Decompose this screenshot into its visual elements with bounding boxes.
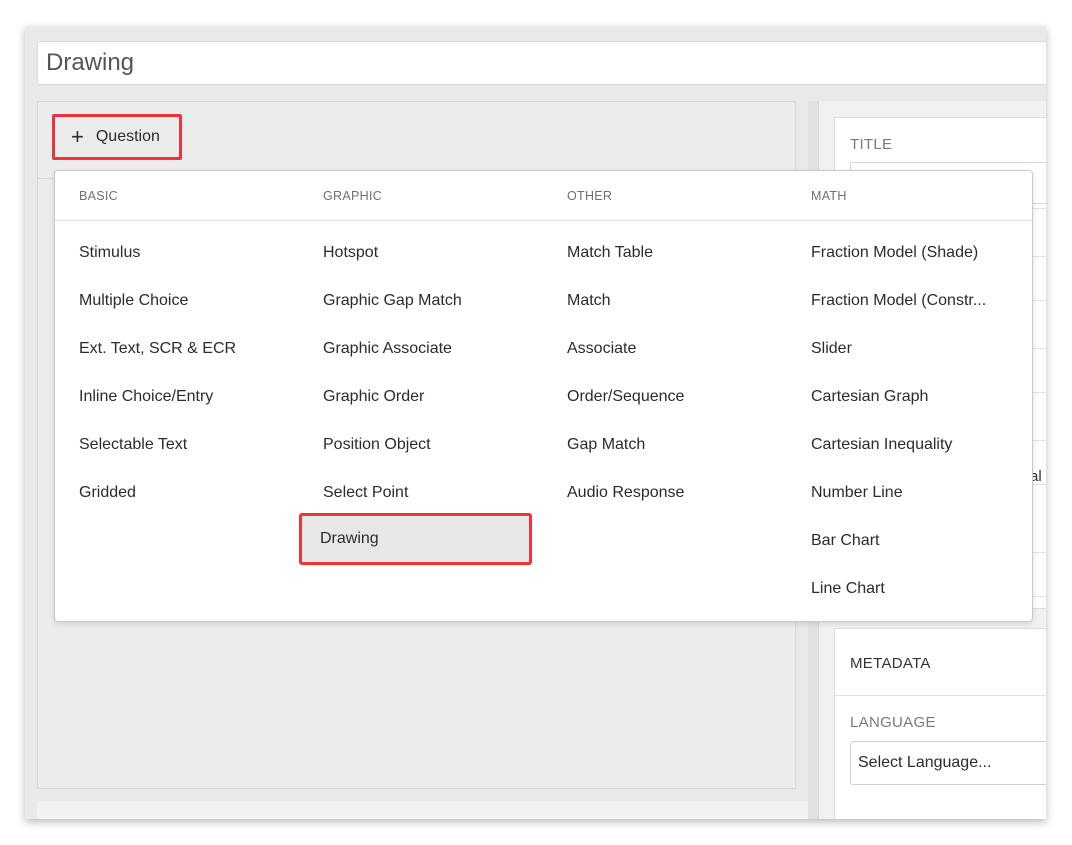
- menu-item-hotspot[interactable]: Hotspot: [323, 243, 378, 263]
- menu-item-select-point[interactable]: Select Point: [323, 483, 408, 503]
- menu-item-match-table[interactable]: Match Table: [567, 243, 653, 263]
- menu-item-inline-choice[interactable]: Inline Choice/Entry: [79, 387, 213, 407]
- menu-item-ext-text[interactable]: Ext. Text, SCR & ECR: [79, 339, 236, 359]
- menu-item-audio-response[interactable]: Audio Response: [567, 483, 684, 503]
- menu-header-divider: [55, 220, 1032, 221]
- menu-item-slider[interactable]: Slider: [811, 339, 852, 359]
- menu-item-selectable-text[interactable]: Selectable Text: [79, 435, 187, 455]
- menu-item-graphic-associate[interactable]: Graphic Associate: [323, 339, 452, 359]
- menu-item-cartesian-inequality[interactable]: Cartesian Inequality: [811, 435, 952, 455]
- menu-item-graphic-gap-match[interactable]: Graphic Gap Match: [323, 291, 462, 311]
- title-input[interactable]: Drawing: [37, 41, 1046, 85]
- question-type-menu: BASIC Stimulus Multiple Choice Ext. Text…: [54, 170, 1033, 622]
- column-header-basic: BASIC: [79, 189, 119, 203]
- menu-item-bar-chart[interactable]: Bar Chart: [811, 531, 879, 551]
- menu-item-stimulus[interactable]: Stimulus: [79, 243, 140, 263]
- left-panel-footer: [37, 801, 808, 819]
- menu-item-gridded[interactable]: Gridded: [79, 483, 136, 503]
- menu-item-fraction-model-shade[interactable]: Fraction Model (Shade): [811, 243, 978, 263]
- language-label: LANGUAGE: [850, 714, 936, 731]
- metadata-card: METADATA LANGUAGE Select Language...: [834, 628, 1046, 819]
- menu-item-order-sequence[interactable]: Order/Sequence: [567, 387, 684, 407]
- add-question-button[interactable]: + Question: [52, 114, 182, 160]
- column-header-other: OTHER: [567, 189, 613, 203]
- menu-item-position-object[interactable]: Position Object: [323, 435, 431, 455]
- column-header-math: MATH: [811, 189, 847, 203]
- menu-item-graphic-order[interactable]: Graphic Order: [323, 387, 424, 407]
- metadata-divider: [835, 695, 1046, 696]
- menu-item-line-chart[interactable]: Line Chart: [811, 579, 885, 599]
- menu-item-multiple-choice[interactable]: Multiple Choice: [79, 291, 188, 311]
- menu-item-drawing[interactable]: Drawing: [299, 513, 532, 565]
- menu-item-number-line[interactable]: Number Line: [811, 483, 903, 503]
- metadata-title: METADATA: [850, 655, 931, 672]
- menu-item-associate[interactable]: Associate: [567, 339, 636, 359]
- menu-item-cartesian-graph[interactable]: Cartesian Graph: [811, 387, 928, 407]
- add-question-label: Question: [95, 128, 160, 145]
- column-header-graphic: GRAPHIC: [323, 189, 383, 203]
- language-select[interactable]: Select Language...: [850, 741, 1046, 785]
- editor-window: Drawing TITLE al METADATA LANGUAGE Selec…: [25, 26, 1046, 819]
- plus-icon: +: [71, 124, 84, 149]
- title-label: TITLE: [850, 136, 893, 153]
- menu-item-gap-match[interactable]: Gap Match: [567, 435, 645, 455]
- menu-item-match[interactable]: Match: [567, 291, 611, 311]
- menu-item-fraction-model-construct[interactable]: Fraction Model (Constr...: [811, 291, 986, 311]
